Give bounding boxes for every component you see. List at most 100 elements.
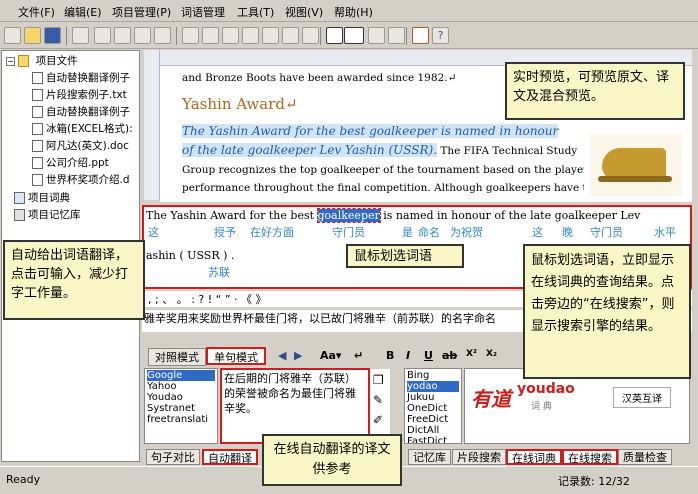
tab-compare-mode[interactable]: 对照模式 [148, 348, 206, 366]
list-item[interactable]: OneDict [407, 403, 459, 414]
menu-project[interactable]: 项目管理(P) [112, 4, 171, 20]
merge-icon[interactable] [282, 27, 299, 44]
selected-word[interactable]: goalkeeper [316, 208, 381, 223]
tree-file[interactable]: 世界杯奖项介绍.d [32, 172, 130, 188]
gloss[interactable]: 授予 [214, 224, 236, 240]
collapse-icon[interactable]: − [6, 57, 15, 66]
insert-icon[interactable]: ✐ [373, 413, 383, 427]
youdao-translate-button[interactable]: 汉英互译 [613, 387, 671, 408]
gloss[interactable]: 命名 [418, 224, 440, 240]
new-icon[interactable] [4, 27, 21, 44]
gloss[interactable]: 水平 [654, 224, 676, 240]
file-icon [32, 123, 43, 135]
print-icon[interactable] [202, 27, 219, 44]
arrow-left-icon[interactable]: ◀ [278, 349, 286, 362]
list-item[interactable]: Bing [407, 370, 459, 381]
tree-memory[interactable]: 项目记忆库 [14, 207, 81, 223]
tab-online-search[interactable]: 在线搜索 [562, 449, 618, 465]
gloss[interactable]: 这 [148, 224, 159, 240]
menu-edit[interactable]: 编辑(E) [64, 4, 102, 20]
gloss[interactable]: 这 [532, 224, 543, 240]
tab-single-mode[interactable]: 单句模式 [206, 347, 266, 365]
list-item[interactable]: Jukuu [407, 392, 459, 403]
export-icon[interactable] [222, 27, 239, 44]
tab-quality-check[interactable]: 质量检查 [618, 449, 672, 465]
preview-line: Group recognizes the top goalkeeper of t… [182, 164, 584, 176]
font-size-icon[interactable]: Aa▾ [320, 349, 341, 362]
preview-highlight-text: of the late goalkeeper Lev Yashin (USSR)… [182, 143, 438, 157]
copy-icon[interactable] [114, 27, 131, 44]
tree-file[interactable]: 公司介绍.ppt [32, 155, 109, 171]
menu-view[interactable]: 视图(V) [285, 4, 323, 20]
paste-icon[interactable] [134, 27, 151, 44]
split-icon[interactable] [302, 27, 319, 44]
underline-icon[interactable]: U [424, 349, 433, 362]
source-text: The Yashin Award for the best [146, 209, 318, 222]
youdao-dict-panel: 有道 youdao 词 典 汉英互译 [464, 368, 690, 444]
arrow-right-icon[interactable]: ▶ [294, 349, 302, 362]
gloss[interactable]: 守门员 [332, 224, 365, 240]
segment-icon[interactable] [262, 27, 279, 44]
gloss[interactable]: 是 [402, 224, 413, 240]
tree-file[interactable]: 冰箱(EXCEL格式): [32, 121, 133, 137]
menu-help[interactable]: 帮助(H) [334, 4, 373, 20]
delete-icon[interactable] [154, 27, 171, 44]
gloss[interactable]: 苏联 [208, 264, 230, 280]
tree-file[interactable]: 自动替换翻译例子 [32, 104, 130, 120]
list-item[interactable]: DictAll [407, 425, 459, 436]
italic-icon[interactable]: I [406, 349, 410, 362]
layout-preview-icon[interactable] [344, 27, 364, 44]
save-icon[interactable] [44, 27, 61, 44]
layout-column-icon[interactable] [388, 27, 405, 44]
tab-online-dict[interactable]: 在线词典 [506, 449, 562, 465]
home-icon[interactable] [412, 27, 429, 44]
source-sentence-2[interactable]: ashin ( USSR ) . [146, 249, 234, 262]
engine-list[interactable]: Google Yahoo Youdao Systranet freetransl… [144, 368, 218, 444]
translate-icon[interactable] [182, 27, 199, 44]
cut-icon[interactable] [94, 27, 111, 44]
list-item[interactable]: Youdao [147, 392, 215, 403]
list-item[interactable]: FastDict [407, 436, 459, 443]
tree-dict[interactable]: 项目词典 [14, 190, 70, 206]
preview-heading: Yashin Award↵ [182, 95, 298, 113]
list-item[interactable]: Google [147, 370, 215, 381]
tree-root[interactable]: − 项目文件 [6, 53, 78, 69]
open-folder-icon[interactable] [24, 27, 41, 44]
enter-icon[interactable]: ↵ [354, 349, 363, 362]
tab-segment-search[interactable]: 片段搜索 [452, 449, 506, 465]
list-item[interactable]: yodao [407, 381, 459, 392]
dictionary-list[interactable]: Bing yodao Jukuu OneDict FreeDict DictAl… [404, 368, 462, 444]
gloss[interactable]: 晚 [562, 224, 573, 240]
tab-memory[interactable]: 记忆库 [408, 449, 451, 465]
menu-tools[interactable]: 工具(T) [237, 4, 274, 20]
copy-icon[interactable]: ❐ [373, 373, 384, 387]
list-item[interactable]: Yahoo [147, 381, 215, 392]
list-item[interactable]: Systranet [147, 403, 215, 414]
auto-translation-box[interactable]: 在后期的门将雅辛（苏联）的荣誉被命名为最佳门将雅辛奖。 [220, 368, 370, 444]
superscript-icon[interactable]: X² [466, 349, 477, 359]
tab-auto-translate[interactable]: 自动翻译 [202, 449, 258, 465]
list-item[interactable]: FreeDict [407, 414, 459, 425]
gloss[interactable]: 为祝贺 [450, 224, 483, 240]
menu-file[interactable]: 文件(F) [18, 4, 55, 20]
gloss[interactable]: 守门员 [590, 224, 623, 240]
toolbar-separator [406, 27, 407, 45]
import-icon[interactable] [242, 27, 259, 44]
subscript-icon[interactable]: X₂ [486, 349, 497, 359]
source-text: is named in honour of the late goalkeepe… [379, 209, 641, 222]
help-icon[interactable]: ? [432, 27, 449, 44]
check-icon[interactable]: ✎ [373, 393, 383, 407]
tree-file[interactable]: 自动替换翻译例子 [32, 70, 130, 86]
list-item[interactable]: freetranslati [147, 414, 215, 425]
bold-icon[interactable]: B [386, 349, 394, 362]
tree-file[interactable]: 阿凡达(英文).doc [32, 138, 129, 154]
source-sentence[interactable]: The Yashin Award for the best goalkeeper… [146, 208, 641, 223]
find-icon[interactable] [72, 27, 89, 44]
strikethrough-icon[interactable]: ab [442, 349, 457, 362]
menu-terms[interactable]: 词语管理 [181, 4, 225, 20]
layout-split-icon[interactable] [368, 27, 385, 44]
gloss[interactable]: 在好方面 [250, 224, 294, 240]
layout-single-icon[interactable] [326, 27, 343, 44]
tree-file[interactable]: 片段搜索例子.txt [32, 87, 127, 103]
tab-sentence-compare[interactable]: 句子对比 [146, 449, 200, 465]
